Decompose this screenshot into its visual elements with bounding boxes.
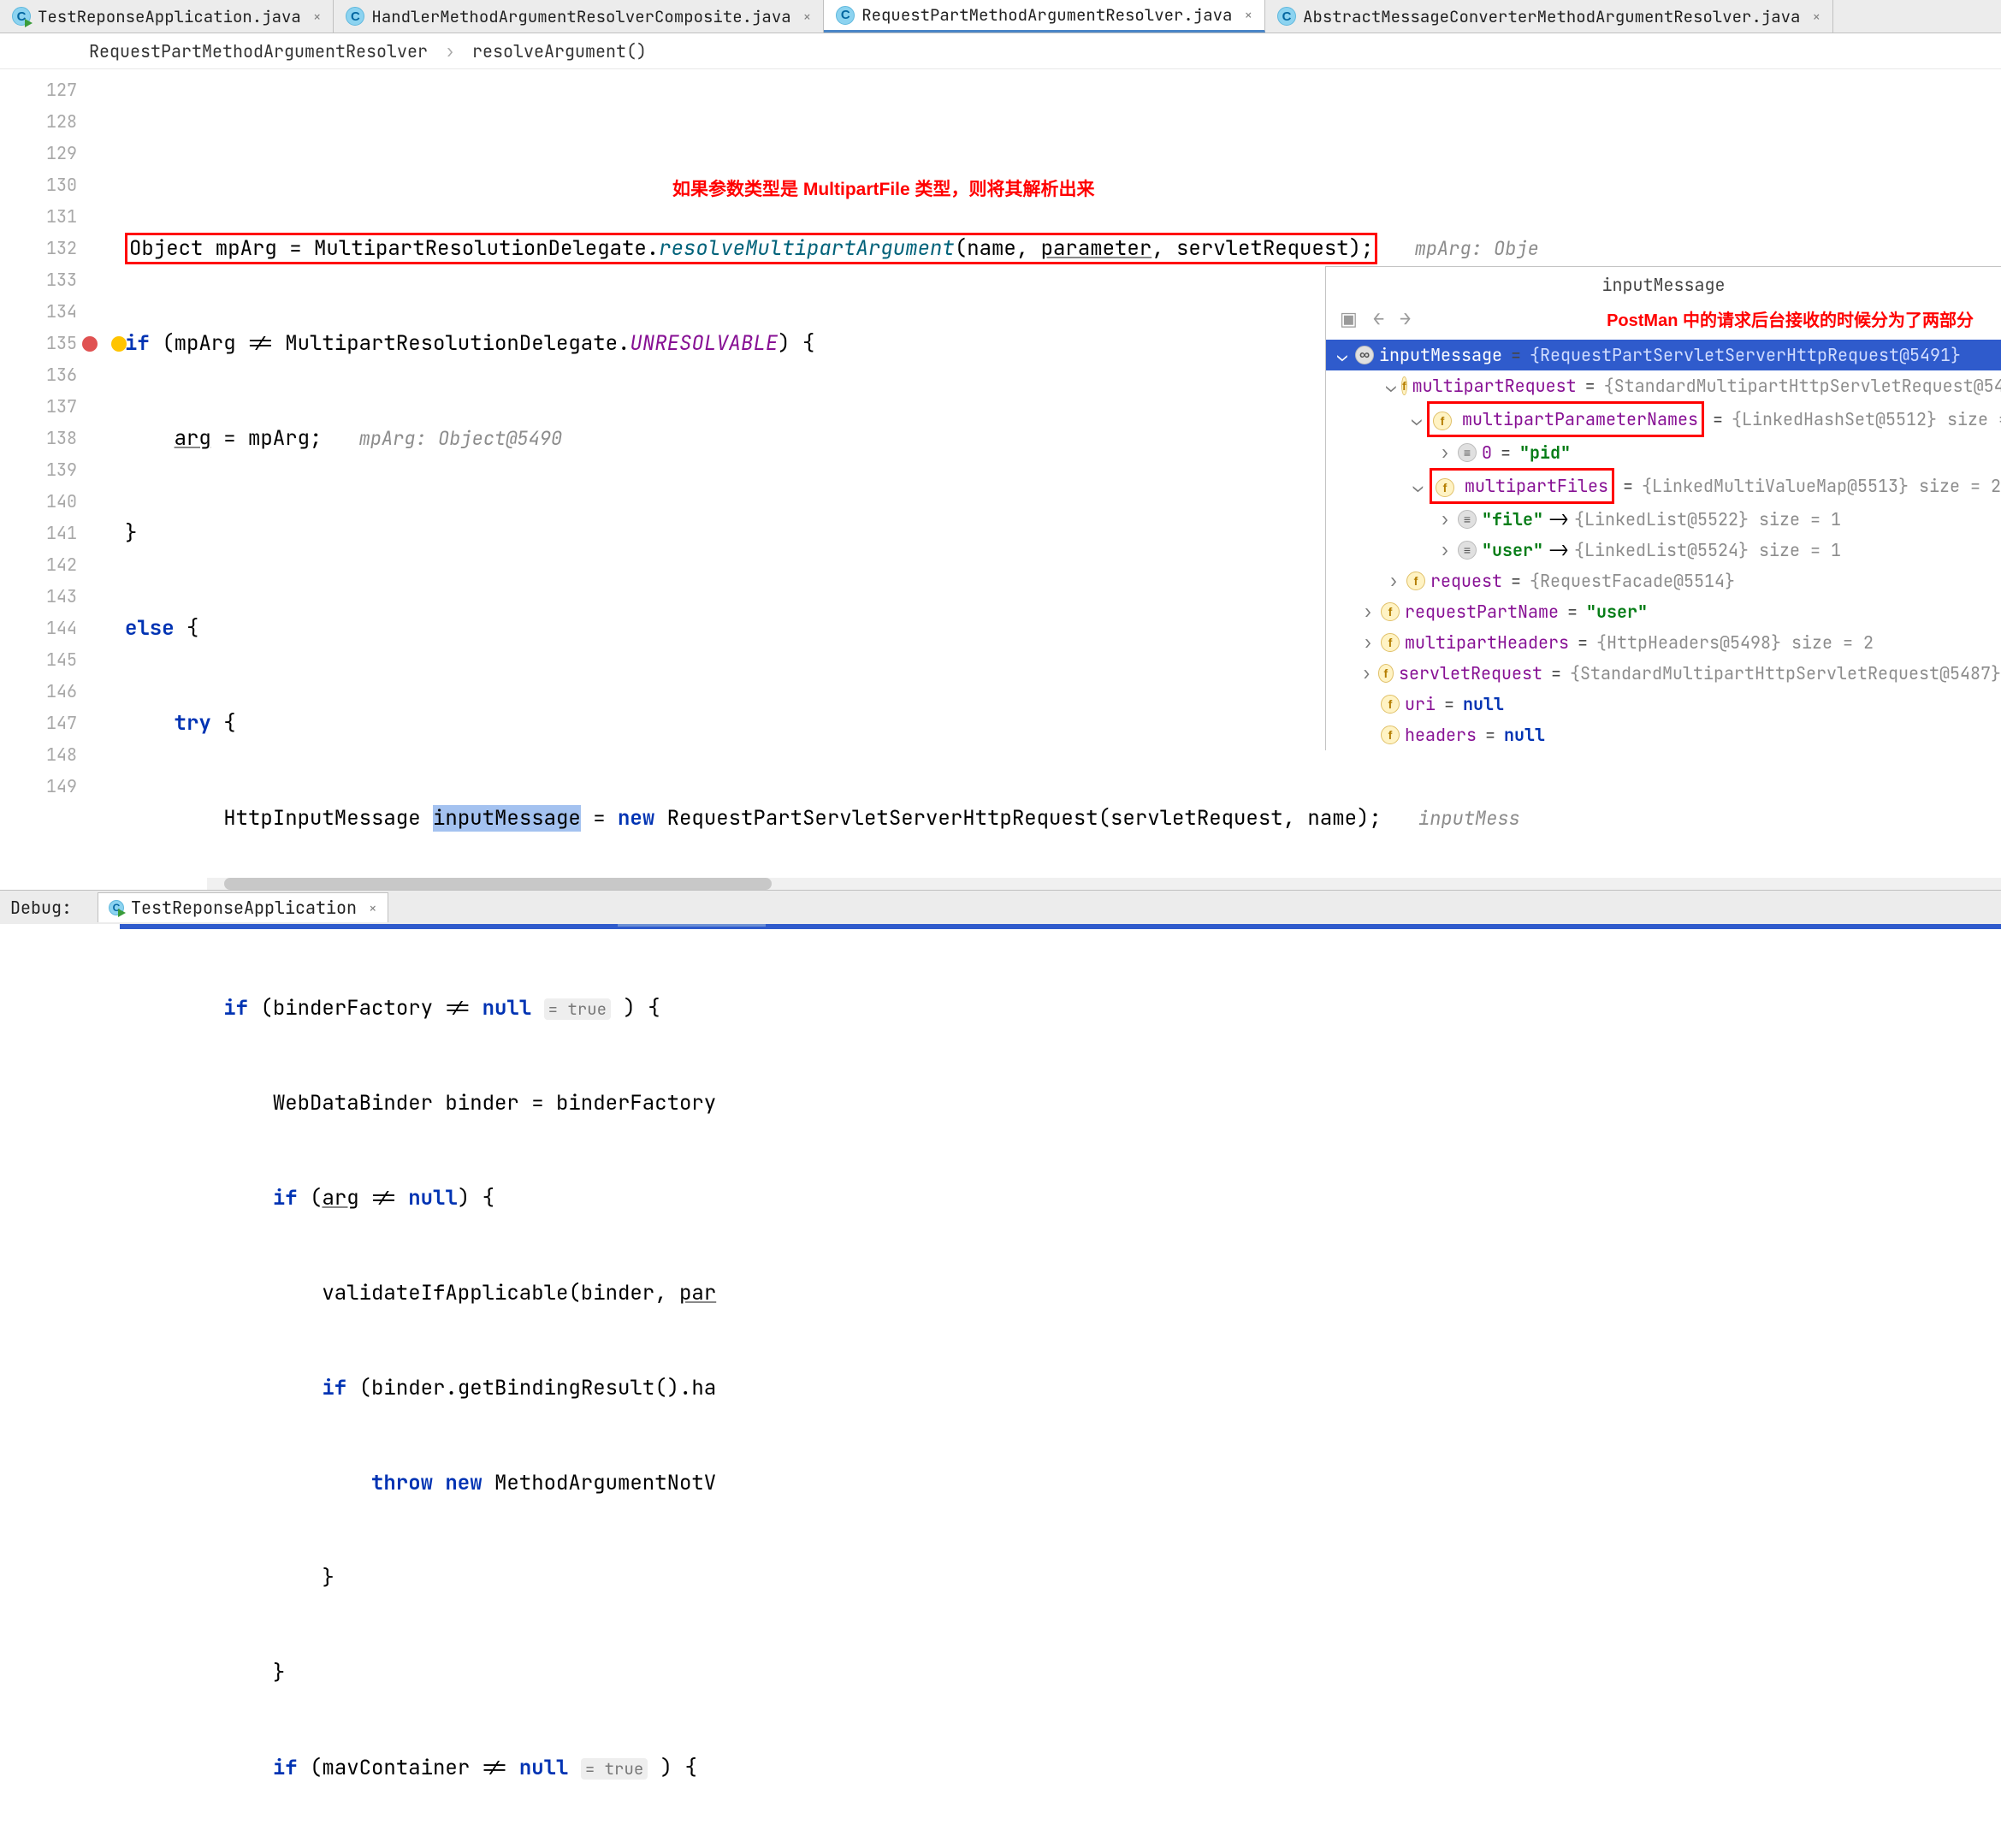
close-icon[interactable]: × xyxy=(798,8,812,26)
breadcrumb-method[interactable]: resolveArgument() xyxy=(472,40,647,62)
tree-row[interactable]: furi=null xyxy=(1326,689,2001,720)
tab-label: TestReponseApplication.java xyxy=(38,6,301,27)
close-icon[interactable]: × xyxy=(308,8,322,26)
debug-toolbar: ▣ ← → PostMan 中的请求后台接收的时候分为了两部分 xyxy=(1326,303,2001,340)
class-icon: C xyxy=(12,7,31,26)
breakpoint-icon[interactable] xyxy=(82,336,98,352)
tree-row[interactable]: ⌄f multipartFiles={LinkedMultiValueMap@5… xyxy=(1326,468,2001,504)
back-icon[interactable]: ← xyxy=(1373,306,1384,331)
tree-row[interactable]: ›≡"user" -> {LinkedList@5524} size = 1 xyxy=(1326,535,2001,566)
close-icon[interactable]: × xyxy=(1239,6,1252,24)
marker-gutter xyxy=(82,69,125,890)
debug-variables-panel: inputMessage ▣ ← → PostMan 中的请求后台接收的时候分为… xyxy=(1325,266,2001,750)
tree-row[interactable]: ›frequest={RequestFacade@5514} xyxy=(1326,566,2001,596)
forward-icon[interactable]: → xyxy=(1400,306,1411,331)
horizontal-scrollbar[interactable] xyxy=(207,878,2001,890)
tab-label: AbstractMessageConverterMethodArgumentRe… xyxy=(1303,6,1800,27)
tab-file-0[interactable]: C TestReponseApplication.java × xyxy=(0,0,334,33)
editor-tab-bar: C TestReponseApplication.java × C Handle… xyxy=(0,0,2001,33)
bottom-bar: Debug: C TestReponseApplication × xyxy=(0,890,2001,924)
class-icon: C xyxy=(346,7,364,26)
class-icon: C xyxy=(1277,7,1296,26)
debug-label: Debug: xyxy=(10,897,72,919)
debug-panel-title: inputMessage xyxy=(1326,267,2001,303)
close-icon[interactable]: × xyxy=(364,899,377,917)
class-icon: C xyxy=(836,6,855,25)
run-config-tab[interactable]: C TestReponseApplication × xyxy=(98,892,388,922)
tree-row-root[interactable]: ⌄ ∞ inputMessage = {RequestPartServletSe… xyxy=(1326,340,2001,370)
line-number-gutter: 1271281291301311321331341351361371381391… xyxy=(0,69,82,890)
annotation-red-1: 如果参数类型是 MultipartFile 类型，则将其解析出来 xyxy=(672,174,1095,205)
tree-row[interactable]: ›≡"file" -> {LinkedList@5522} size = 1 xyxy=(1326,504,2001,535)
tab-file-2[interactable]: C RequestPartMethodArgumentResolver.java… xyxy=(824,0,1265,33)
breadcrumb-class[interactable]: RequestPartMethodArgumentResolver xyxy=(89,40,428,62)
tree-row[interactable]: ⌄fmultipartRequest={StandardMultipartHtt… xyxy=(1326,370,2001,401)
tree-row[interactable]: ›fmultipartHeaders={HttpHeaders@5498} si… xyxy=(1326,627,2001,658)
tree-row[interactable]: ›fservletRequest={StandardMultipartHttpS… xyxy=(1326,658,2001,689)
annotation-red-2: PostMan 中的请求后台接收的时候分为了两部分 xyxy=(1607,306,1987,331)
run-icon: C xyxy=(109,900,124,915)
camera-icon[interactable]: ▣ xyxy=(1340,306,1358,331)
editor-area: 1271281291301311321331341351361371381391… xyxy=(0,69,2001,890)
scrollbar-thumb[interactable] xyxy=(224,878,772,890)
tab-label: HandlerMethodArgumentResolverComposite.j… xyxy=(371,6,790,27)
chevron-down-icon[interactable]: ⌄ xyxy=(1335,340,1350,370)
tree-row[interactable]: ›frequestPartName="user" xyxy=(1326,596,2001,627)
tree-row[interactable]: ⌄f multipartParameterNames={LinkedHashSe… xyxy=(1326,401,2001,437)
variable-tree[interactable]: ⌄ ∞ inputMessage = {RequestPartServletSe… xyxy=(1326,340,2001,750)
object-icon: ∞ xyxy=(1355,346,1374,364)
tab-label: RequestPartMethodArgumentResolver.java xyxy=(861,4,1232,26)
tree-row[interactable]: ›≡0="pid" xyxy=(1326,437,2001,468)
chevron-right-icon: › xyxy=(445,40,455,62)
close-icon[interactable]: × xyxy=(1807,8,1820,26)
breadcrumb: RequestPartMethodArgumentResolver › reso… xyxy=(0,33,2001,69)
tree-row[interactable]: fheaders=null xyxy=(1326,720,2001,750)
tab-file-1[interactable]: C HandlerMethodArgumentResolverComposite… xyxy=(334,0,824,33)
tab-file-3[interactable]: C AbstractMessageConverterMethodArgument… xyxy=(1265,0,1833,33)
run-config-name: TestReponseApplication xyxy=(131,897,357,919)
